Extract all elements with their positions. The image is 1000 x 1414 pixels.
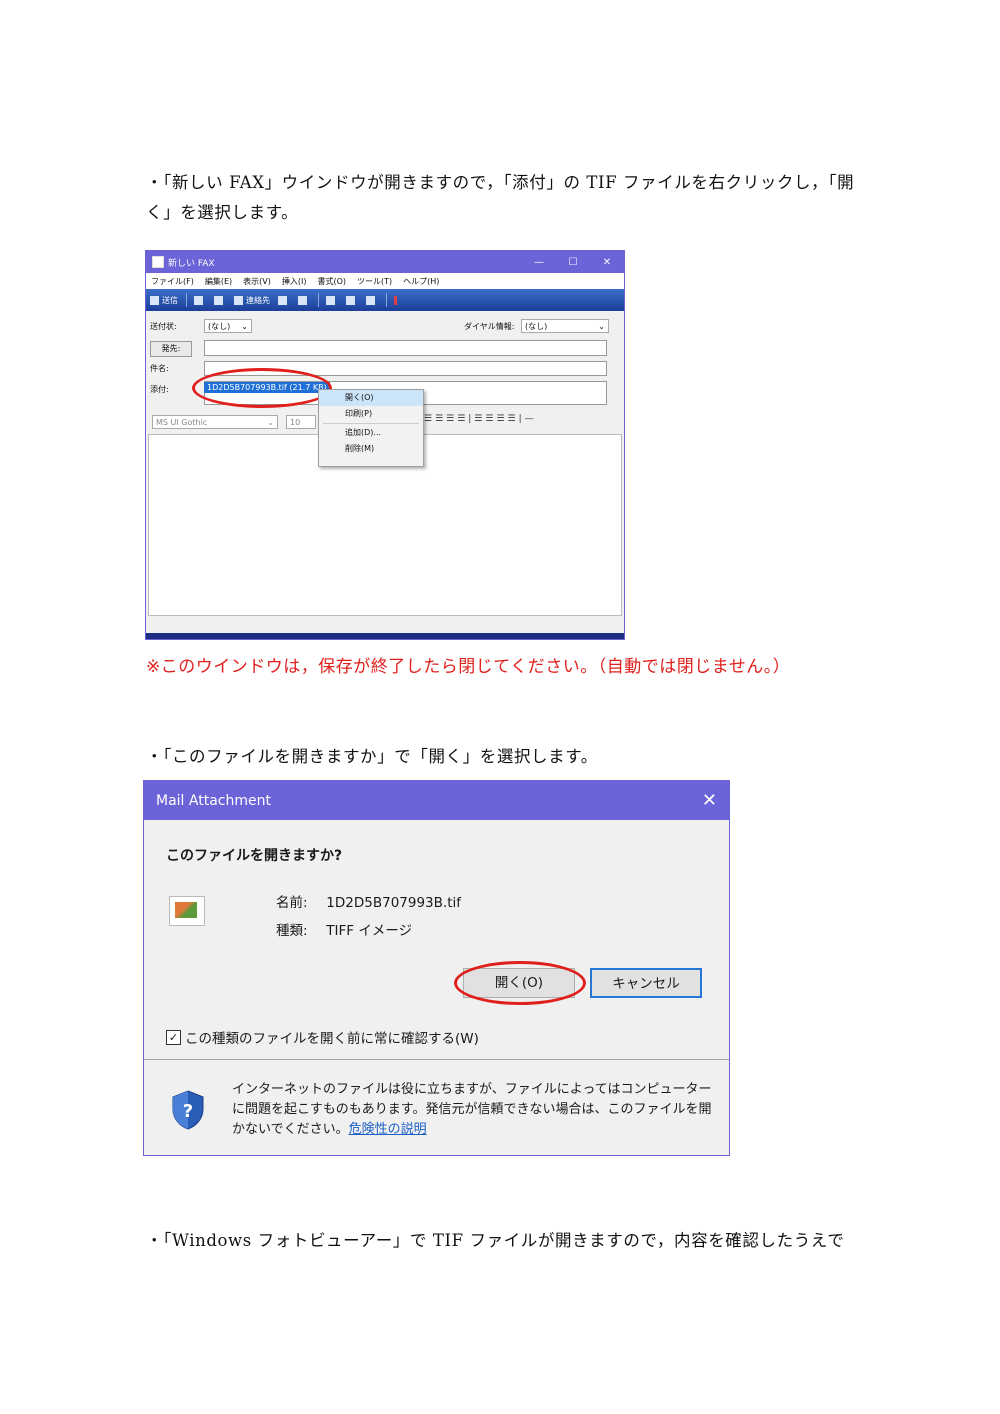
- attach-button[interactable]: [326, 295, 338, 305]
- dialog-titlebar: Mail Attachment ✕: [144, 781, 729, 820]
- fax-toolbar: 送信 連絡先: [146, 289, 624, 311]
- sender-select[interactable]: (なし) ⌄: [204, 319, 252, 333]
- line-icon: [366, 295, 375, 305]
- close-button[interactable]: ✕: [590, 257, 624, 268]
- paperclip-icon: [326, 295, 335, 305]
- priority-button[interactable]: [394, 295, 400, 305]
- always-ask-checkbox[interactable]: ✓ この種類のファイルを開く前に常に確認する(W): [166, 1027, 479, 1047]
- cancel-button[interactable]: キャンセル: [590, 968, 702, 998]
- highlight-oval: [192, 368, 332, 408]
- tools-icon: [298, 295, 307, 305]
- type-label: 種類:: [276, 923, 308, 939]
- file-name-row: 名前: 1D2D5B707993B.tif: [276, 891, 461, 911]
- instruction-paragraph-1: ・「新しい FAX」ウインドウが開きますので，「添付」の TIF ファイルを右ク…: [146, 173, 855, 222]
- save-button[interactable]: [194, 295, 206, 305]
- to-button[interactable]: 発先:: [150, 341, 192, 357]
- send-button[interactable]: 送信: [150, 295, 178, 306]
- name-label: 名前:: [276, 895, 308, 911]
- fax-menubar: ファイル(F) 編集(E) 表示(V) 挿入(I) 書式(O) ツール(T) ヘ…: [146, 273, 624, 289]
- tools-button[interactable]: [298, 295, 310, 305]
- copy-icon: [214, 295, 223, 305]
- sender-label: 送付状:: [150, 322, 177, 331]
- menu-edit[interactable]: 編集(E): [205, 276, 232, 287]
- file-type-row: 種類: TIFF イメージ: [276, 919, 412, 939]
- maximize-button[interactable]: ☐: [556, 257, 590, 268]
- font-name-select[interactable]: MS UI Gothic ⌄: [152, 415, 278, 429]
- image-icon: [346, 295, 355, 305]
- chevron-down-icon: ⌄: [267, 418, 274, 427]
- menu-tools[interactable]: ツール(T): [357, 276, 392, 287]
- status-bar: [146, 633, 624, 639]
- red-note: ※このウインドウは，保存が終了したら閉じてください。（自動では閉じません。）: [146, 657, 791, 677]
- context-menu: 開く(O) 印刷(P) 追加(D)... 削除(M): [318, 389, 424, 467]
- to-field[interactable]: [204, 340, 607, 356]
- grid-button[interactable]: [278, 295, 290, 305]
- warning-area: ? インターネットのファイルは役に立ちますが、ファイルによってはコンピューターに…: [144, 1060, 729, 1155]
- menu-format[interactable]: 書式(O): [317, 276, 346, 287]
- type-value: TIFF イメージ: [326, 923, 413, 939]
- menu-insert[interactable]: 挿入(I): [282, 276, 307, 287]
- warning-text: インターネットのファイルは役に立ちますが、ファイルによってはコンピューターに問題…: [232, 1082, 712, 1137]
- fax-titlebar: 新しい FAX — ☐ ✕: [146, 251, 624, 273]
- menu-view[interactable]: 表示(V): [243, 276, 271, 287]
- save-icon: [194, 295, 203, 305]
- context-add-item[interactable]: 追加(D)...: [319, 425, 423, 441]
- new-fax-window: 新しい FAX — ☐ ✕ ファイル(F) 編集(E) 表示(V) 挿入(I) …: [145, 250, 625, 640]
- dial-info-select[interactable]: (なし) ⌄: [521, 319, 609, 333]
- chevron-down-icon: ⌄: [241, 322, 248, 331]
- mail-attachment-dialog: Mail Attachment ✕ このファイルを開きますか? 名前: 1D2D…: [143, 780, 730, 1156]
- attachment-label: 添付:: [150, 385, 169, 394]
- contacts-button[interactable]: 連絡先: [234, 295, 270, 306]
- dialog-title: Mail Attachment: [156, 792, 271, 809]
- menu-help[interactable]: ヘルプ(H): [403, 276, 439, 287]
- svg-text:?: ?: [183, 1101, 193, 1122]
- highlight-oval: [454, 961, 586, 1005]
- exclamation-icon: [394, 295, 397, 305]
- dial-info-label: ダイヤル情報:: [464, 322, 515, 331]
- minimize-button[interactable]: —: [522, 257, 556, 268]
- instruction-paragraph-2: ・「このファイルを開きますか」で「開く」を選択します。: [146, 747, 598, 766]
- line-button[interactable]: [366, 295, 378, 305]
- close-icon[interactable]: ✕: [702, 790, 717, 811]
- format-buttons[interactable]: ☰☰☰☰|☰☰☰☰|—: [424, 414, 537, 424]
- checkbox-label: この種類のファイルを開く前に常に確認する(W): [185, 1031, 479, 1047]
- menu-file[interactable]: ファイル(F): [151, 276, 194, 287]
- fax-app-icon: [152, 256, 164, 268]
- image-button[interactable]: [346, 295, 358, 305]
- name-value: 1D2D5B707993B.tif: [326, 895, 462, 911]
- copy-button[interactable]: [214, 295, 226, 305]
- subject-label: 件名:: [150, 364, 169, 373]
- security-shield-icon: ?: [172, 1090, 204, 1130]
- font-size-select[interactable]: 10: [286, 415, 316, 429]
- risk-explanation-link[interactable]: 危険性の説明: [349, 1122, 427, 1137]
- chevron-down-icon: ⌄: [598, 322, 605, 331]
- context-print-item[interactable]: 印刷(P): [319, 406, 423, 422]
- contacts-icon: [234, 295, 243, 305]
- context-delete-item[interactable]: 削除(M): [319, 441, 423, 457]
- dialog-question: このファイルを開きますか?: [166, 848, 343, 864]
- checkbox-checked-icon: ✓: [166, 1029, 181, 1045]
- instruction-paragraph-3: ・「Windows フォトビューアー」で TIF ファイルが開きますので，内容を…: [146, 1231, 845, 1250]
- fax-window-title: 新しい FAX: [168, 258, 215, 269]
- context-open-item[interactable]: 開く(O): [319, 390, 423, 406]
- send-icon: [150, 295, 159, 305]
- grid-icon: [278, 295, 287, 305]
- tiff-file-icon: [169, 896, 205, 926]
